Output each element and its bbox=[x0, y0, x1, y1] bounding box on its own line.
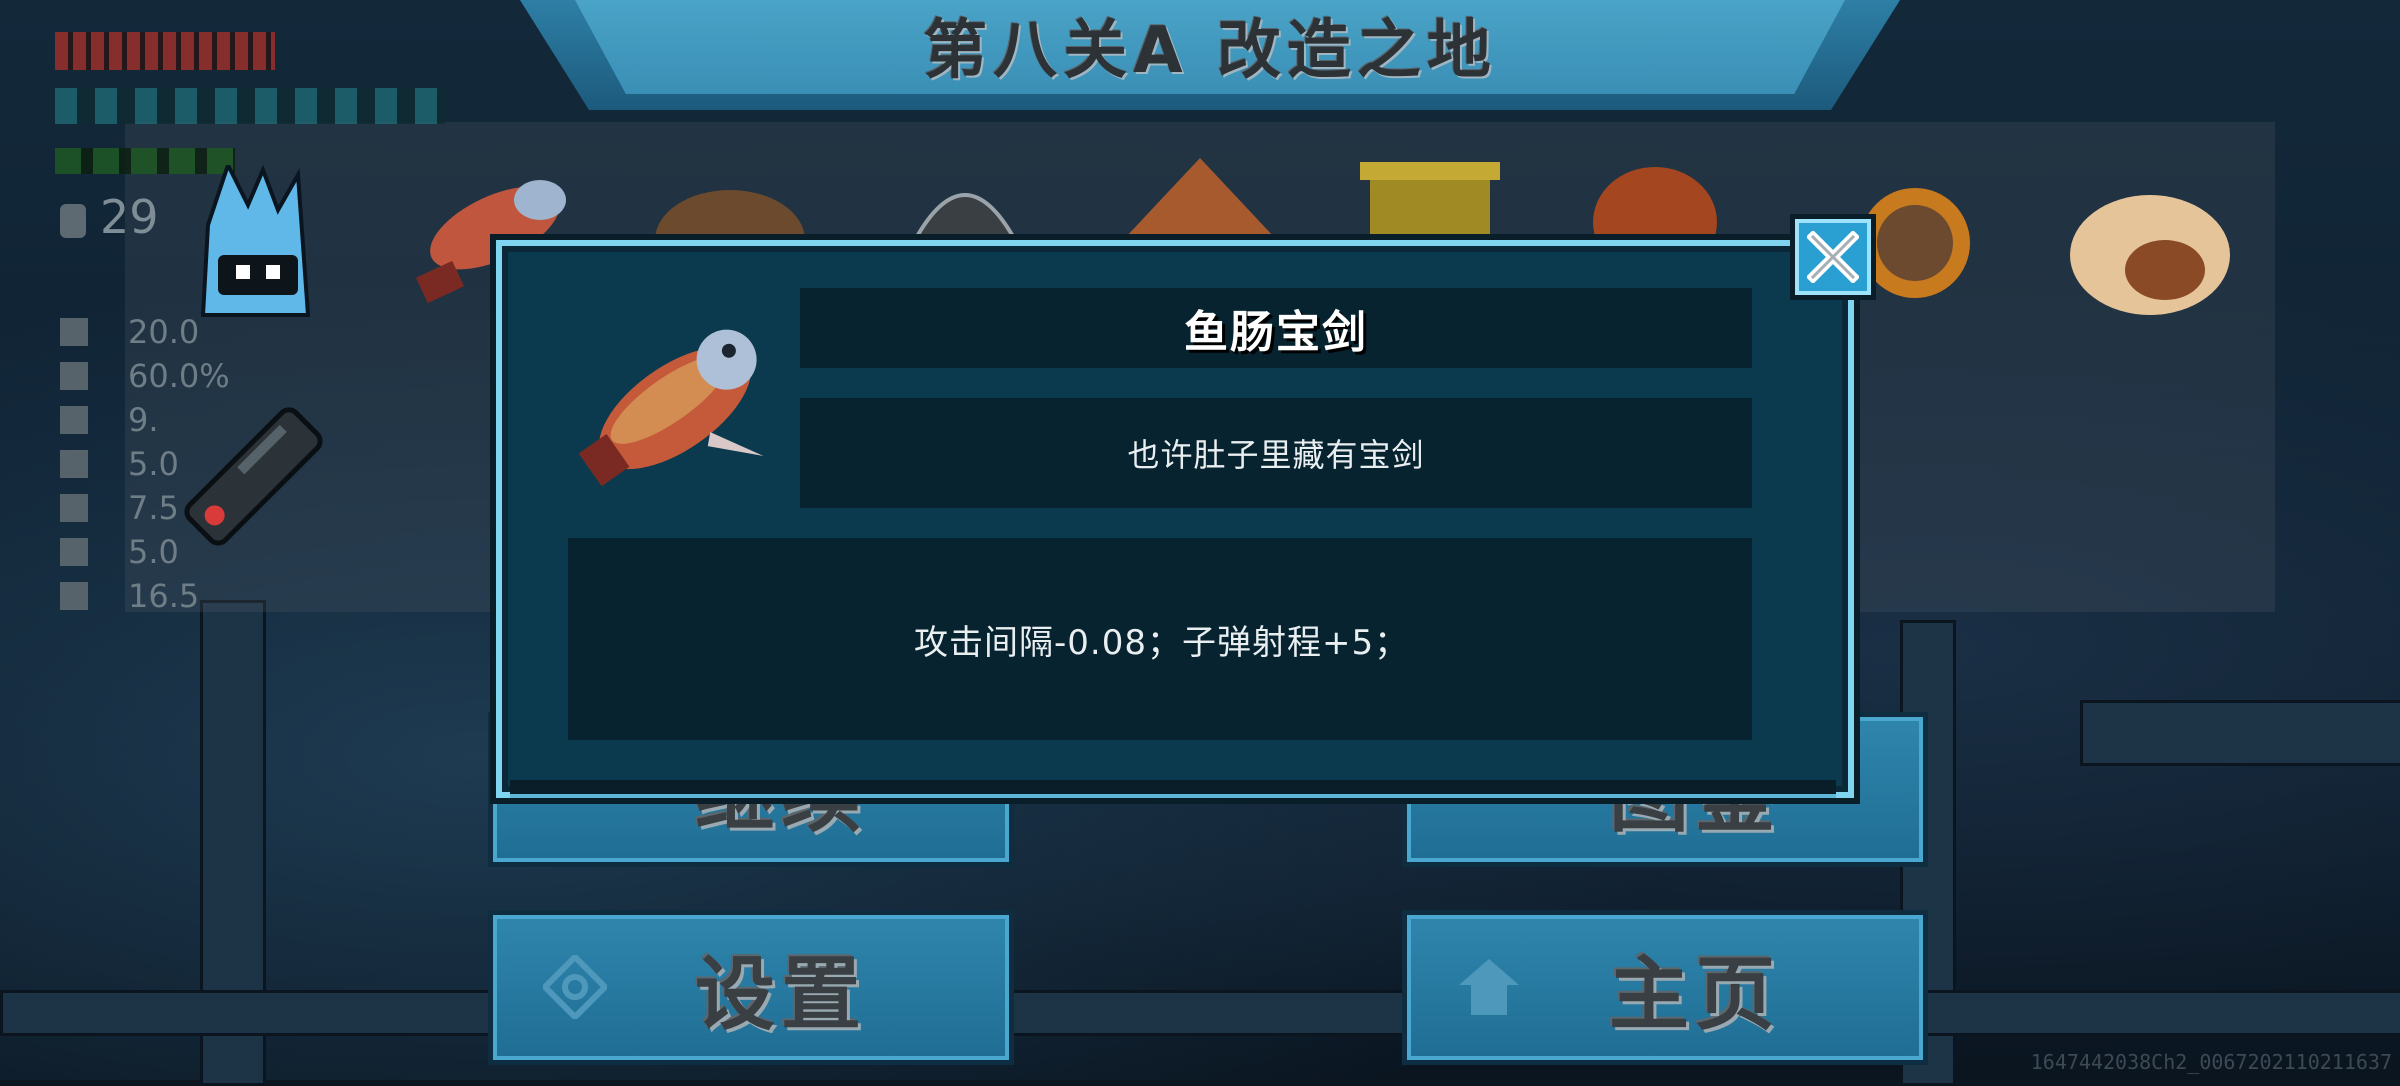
range-icon bbox=[60, 450, 88, 478]
coin-counter: 29 bbox=[60, 190, 159, 244]
coin-icon bbox=[60, 203, 86, 238]
target-icon bbox=[60, 538, 88, 566]
gear-icon bbox=[543, 955, 607, 1019]
crit-icon bbox=[60, 362, 88, 390]
home-button[interactable]: 主页 bbox=[1402, 910, 1928, 1065]
item-effect-box: 攻击间隔-0.08；子弹射程+5； bbox=[568, 538, 1752, 740]
weapon-icon bbox=[184, 407, 323, 546]
item-name: 鱼肠宝剑 bbox=[1184, 307, 1368, 358]
character-avatar bbox=[200, 165, 311, 317]
health-bar bbox=[55, 32, 275, 70]
gold-pot-item-icon[interactable] bbox=[1360, 162, 1500, 242]
fish-sword-item-icon bbox=[578, 329, 764, 487]
item-name-box: 鱼肠宝剑 bbox=[800, 288, 1752, 368]
dialog-rim bbox=[510, 780, 1836, 798]
settings-button[interactable]: 设置 bbox=[488, 910, 1014, 1065]
ammo-icon bbox=[60, 582, 88, 610]
settings-label: 设置 bbox=[695, 947, 867, 1041]
dumpling-item-icon[interactable] bbox=[2065, 170, 2235, 320]
defense-icon bbox=[60, 494, 88, 522]
background-floor bbox=[0, 990, 2400, 1036]
cone-hat-item-icon[interactable] bbox=[1125, 158, 1275, 238]
speed-icon bbox=[60, 406, 88, 434]
close-button[interactable] bbox=[1790, 214, 1876, 300]
level-title: 第八关A 改造之地 bbox=[923, 14, 1497, 88]
home-label: 主页 bbox=[1609, 947, 1781, 1041]
item-effect: 攻击间隔-0.08；子弹射程+5； bbox=[914, 622, 1410, 663]
item-description: 也许肚子里藏有宝剑 bbox=[1127, 436, 1425, 474]
stat-row: 16.5 bbox=[60, 574, 230, 618]
red-pie-item-icon[interactable] bbox=[1590, 162, 1720, 242]
close-icon bbox=[1807, 231, 1859, 283]
watermark: 1647442038Ch2_0067202110211637 bbox=[2030, 1050, 2392, 1074]
home-icon bbox=[1459, 959, 1519, 1015]
helmet-item-icon[interactable] bbox=[905, 160, 1025, 240]
stat-row: 60.0% bbox=[60, 354, 230, 398]
item-description-box: 也许肚子里藏有宝剑 bbox=[800, 398, 1752, 508]
level-banner-inner: 第八关A 改造之地 bbox=[575, 0, 1845, 94]
background-platform bbox=[2080, 700, 2400, 766]
shield-bar bbox=[55, 88, 445, 124]
attack-icon bbox=[60, 318, 88, 346]
